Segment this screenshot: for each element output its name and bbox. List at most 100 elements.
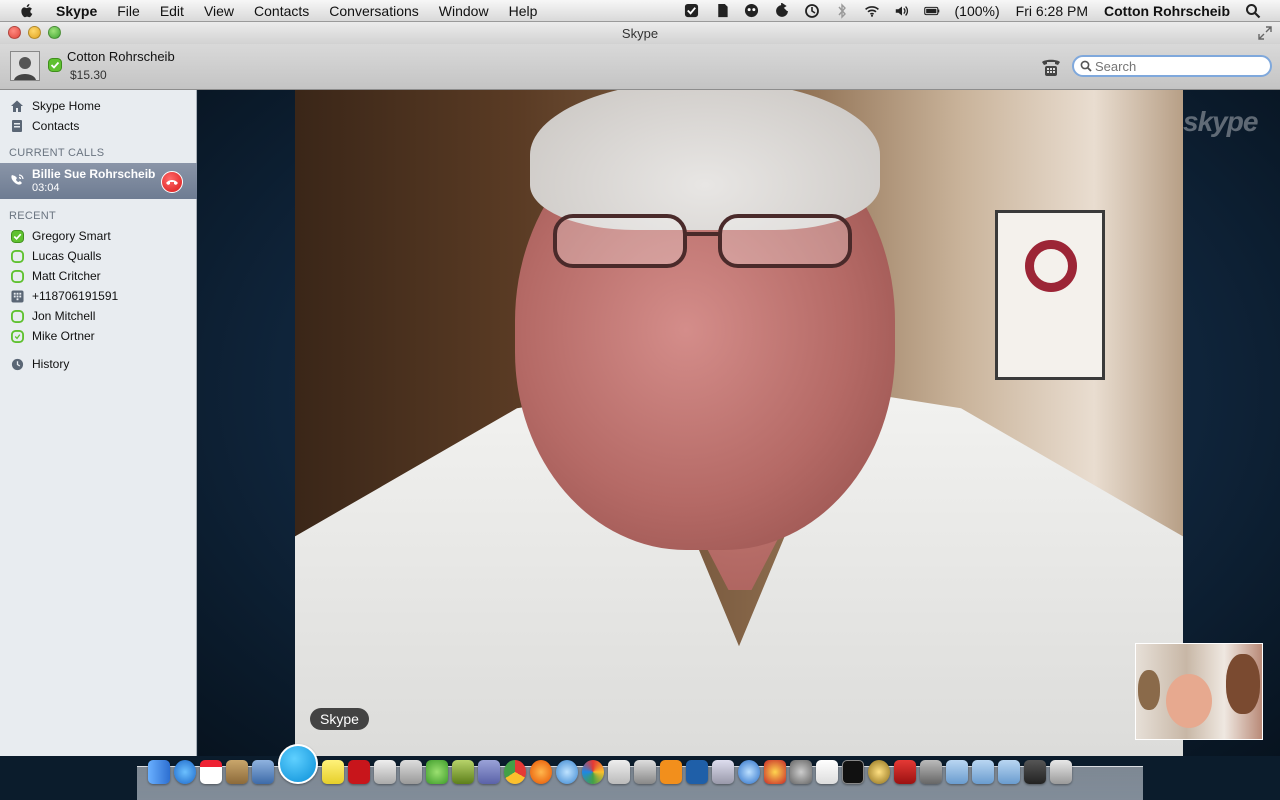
stickies-icon[interactable]	[322, 760, 344, 784]
profile-name[interactable]: Cotton Rohrscheib	[67, 49, 175, 64]
skype-dock-icon[interactable]	[278, 744, 318, 784]
recent-item-phone-number[interactable]: +118706191591	[0, 286, 197, 306]
leaf-icon[interactable]	[426, 760, 448, 784]
presence-online-icon	[10, 229, 24, 243]
firefox-icon[interactable]	[530, 760, 552, 784]
fullscreen-icon[interactable]	[1258, 26, 1272, 40]
mail-stamp-icon[interactable]	[252, 760, 274, 784]
remote-video-feed[interactable]	[295, 90, 1183, 756]
time-machine-icon[interactable]	[804, 3, 820, 19]
stack-icon[interactable]	[1024, 760, 1046, 784]
current-call-item[interactable]: Billie Sue Rohrscheib 03:04	[0, 163, 197, 199]
active-call-icon	[11, 174, 24, 185]
menu-file[interactable]: File	[107, 0, 150, 22]
video-call-stage[interactable]: skype	[198, 90, 1280, 756]
presence-away-icon	[10, 329, 24, 343]
volume-icon[interactable]	[894, 3, 910, 19]
background-wreath	[1025, 240, 1077, 292]
illustrator-icon[interactable]	[660, 760, 682, 784]
battery-percent: (100%)	[954, 2, 1000, 19]
menu-help[interactable]: Help	[499, 0, 548, 22]
dreamweaver-icon[interactable]	[452, 760, 474, 784]
status-menus: (100%) Fri 6:28 PM Cotton Rohrscheib	[677, 0, 1280, 22]
menu-bar: Skype File Edit View Contacts Conversati…	[0, 0, 1280, 22]
apple-icon[interactable]	[18, 2, 36, 20]
image-viewer-icon[interactable]	[634, 760, 656, 784]
preview-icon[interactable]	[608, 760, 630, 784]
system-preferences-icon[interactable]	[790, 760, 812, 784]
wifi-icon[interactable]	[864, 3, 880, 19]
menu-edit[interactable]: Edit	[150, 0, 194, 22]
recent-heading: RECENT	[9, 210, 57, 222]
textedit-icon[interactable]	[816, 760, 838, 784]
spotlight-search-icon[interactable]	[1245, 3, 1261, 19]
app-store-icon[interactable]	[174, 760, 196, 784]
recent-item-label: Mike Ortner	[32, 329, 95, 343]
menu-view[interactable]: View	[194, 0, 244, 22]
finder-icon[interactable]	[148, 760, 170, 784]
game-icon[interactable]	[764, 760, 786, 784]
avatar[interactable]	[10, 51, 40, 81]
address-book-app-icon[interactable]	[226, 760, 248, 784]
alien-icon[interactable]	[744, 3, 760, 19]
self-video-preview[interactable]	[1135, 643, 1263, 740]
battery-icon[interactable]	[923, 3, 940, 19]
skype-status-icon[interactable]	[684, 3, 700, 19]
recent-item-gregory-smart[interactable]: Gregory Smart	[0, 226, 197, 246]
gold-app-icon[interactable]	[868, 760, 890, 784]
bluetooth-icon[interactable]	[834, 2, 850, 19]
photoshop-icon[interactable]	[686, 760, 708, 784]
calendar-icon[interactable]	[200, 760, 222, 784]
printer-icon[interactable]	[400, 760, 422, 784]
menu-contacts[interactable]: Contacts	[244, 0, 319, 22]
terminal-icon[interactable]	[842, 760, 864, 784]
sidebar-item-label: History	[32, 357, 70, 371]
drawing-icon[interactable]	[712, 760, 734, 784]
skype-watermark: skype	[1183, 106, 1258, 137]
evernote-icon[interactable]	[714, 3, 730, 19]
hang-up-button[interactable]	[161, 171, 183, 193]
presence-online-icon[interactable]	[48, 58, 62, 72]
recent-item-mike-ortner[interactable]: Mike Ortner	[0, 326, 197, 346]
window-titlebar[interactable]: Skype	[0, 22, 1280, 44]
acrobat-icon[interactable]	[894, 760, 916, 784]
skype-credit[interactable]: $15.30	[70, 68, 107, 82]
facetime-icon[interactable]	[920, 760, 942, 784]
menubar-clock[interactable]: Fri 6:28 PM	[1016, 3, 1088, 19]
utility-icon[interactable]	[374, 760, 396, 784]
sidebar-item-contacts[interactable]: Contacts	[0, 116, 197, 136]
dial-pad-icon[interactable]	[1040, 56, 1062, 78]
menubar-user[interactable]: Cotton Rohrscheib	[1104, 3, 1230, 19]
applications-folder-icon[interactable]	[946, 760, 968, 784]
search-input[interactable]	[1095, 58, 1265, 74]
sync-icon[interactable]	[774, 2, 790, 19]
sidebar-item-skype-home[interactable]: Skype Home	[0, 96, 197, 116]
menu-app-skype[interactable]: Skype	[46, 0, 107, 22]
clock-icon	[10, 357, 24, 371]
background-window	[995, 210, 1105, 380]
picasa-icon[interactable]	[582, 760, 604, 784]
skype-toolbar: Cotton Rohrscheib $15.30	[0, 44, 1280, 90]
current-calls-heading: CURRENT CALLS	[9, 147, 105, 159]
menu-conversations[interactable]: Conversations	[319, 0, 429, 22]
menu-window[interactable]: Window	[429, 0, 499, 22]
recent-item-jon-mitchell[interactable]: Jon Mitchell	[0, 306, 197, 326]
recent-item-label: Jon Mitchell	[32, 309, 96, 323]
safari-icon[interactable]	[556, 760, 578, 784]
minimize-window-button[interactable]	[28, 26, 41, 39]
recent-item-lucas-qualls[interactable]: Lucas Qualls	[0, 246, 197, 266]
zoom-window-button[interactable]	[48, 26, 61, 39]
recent-item-matt-critcher[interactable]: Matt Critcher	[0, 266, 197, 286]
sidebar-item-history[interactable]: History	[0, 354, 197, 374]
trash-icon[interactable]	[1050, 760, 1072, 784]
php-icon[interactable]	[478, 760, 500, 784]
downloads-folder-icon[interactable]	[998, 760, 1020, 784]
chrome-icon[interactable]	[504, 760, 526, 784]
presence-offline-icon	[10, 269, 24, 283]
preview-person-center	[1166, 674, 1212, 728]
documents-folder-icon[interactable]	[972, 760, 994, 784]
search-field[interactable]	[1072, 55, 1272, 77]
itunes-icon[interactable]	[738, 760, 760, 784]
close-window-button[interactable]	[8, 26, 21, 39]
filezilla-icon[interactable]	[348, 760, 370, 784]
